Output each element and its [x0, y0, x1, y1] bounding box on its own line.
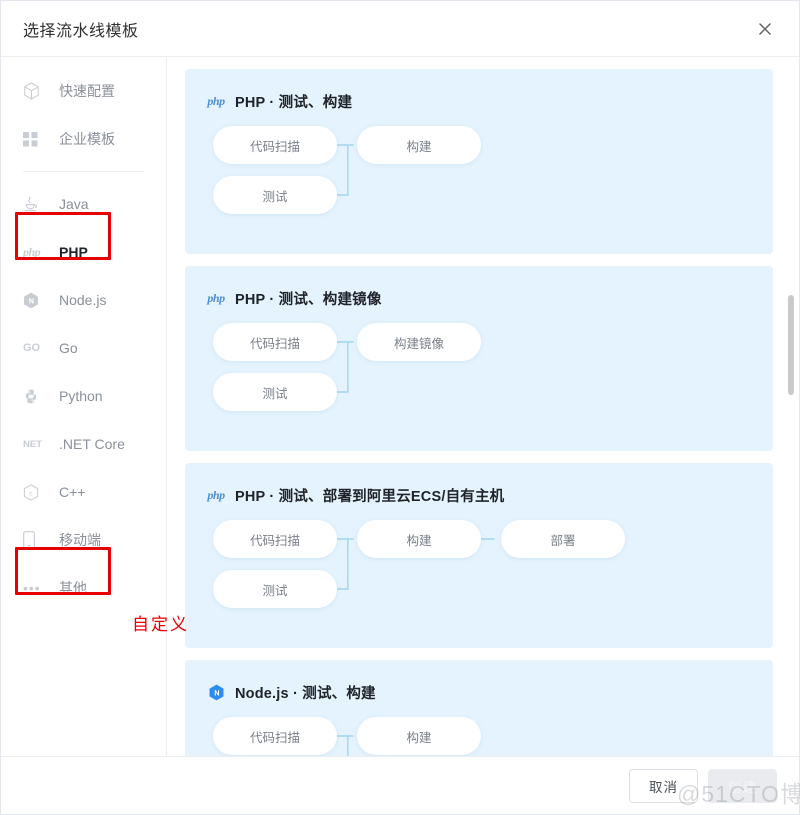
pipeline-node[interactable]: 构建 — [357, 520, 481, 558]
sidebar-item-dotnet-core[interactable]: NET .NET Core — [1, 420, 166, 468]
pipeline-graph: 代码扫描 测试 构建 — [205, 717, 753, 756]
sidebar-item-label: 快速配置 — [59, 83, 115, 99]
svg-text:c: c — [29, 490, 33, 497]
pipeline-node[interactable]: 代码扫描 — [213, 126, 337, 164]
pipeline-graph: 代码扫描 测试 构建 部署 — [205, 520, 753, 624]
sidebar-item-label: 移动端 — [59, 532, 101, 548]
pipeline-node[interactable]: 构建 — [357, 717, 481, 755]
php-icon: php — [207, 488, 225, 502]
pipeline-graph: 代码扫描 测试 构建镜像 — [205, 323, 753, 427]
template-title: PHP · 测试、构建镜像 — [235, 292, 382, 308]
page-title: 选择流水线模板 — [23, 22, 139, 40]
template-card[interactable]: php PHP · 测试、构建 代码扫描 测试 构建 — [185, 69, 773, 254]
dotnet-icon: NET — [23, 438, 42, 450]
pipeline-node[interactable]: 代码扫描 — [213, 717, 337, 755]
sidebar-item-label: PHP — [59, 244, 88, 260]
pipeline-node[interactable]: 代码扫描 — [213, 323, 337, 361]
php-icon: php — [23, 244, 41, 259]
nodejs-hexagon-icon — [205, 684, 227, 702]
pipeline-node[interactable]: 代码扫描 — [213, 520, 337, 558]
dialog-body: 快速配置 企业模板 Java php PHP Node.js GO Go Pyt… — [1, 57, 799, 756]
php-icon: php — [207, 94, 225, 108]
pipeline-node[interactable]: 测试 — [213, 176, 337, 214]
sidebar-item-java[interactable]: Java — [1, 180, 166, 228]
python-icon — [23, 386, 45, 406]
template-card-header: php PHP · 测试、部署到阿里云ECS/自有主机 — [205, 485, 753, 506]
cancel-button[interactable]: 取消 — [629, 768, 698, 803]
create-button[interactable]: 创建 — [708, 768, 777, 803]
template-list: php PHP · 测试、构建 代码扫描 测试 构建 php PHP · 测试、… — [167, 57, 799, 756]
template-card[interactable]: Node.js · 测试、构建 代码扫描 测试 构建 — [185, 660, 773, 756]
sidebar-item-label: C++ — [59, 484, 86, 500]
sidebar-item-nodejs[interactable]: Node.js — [1, 276, 166, 324]
pipeline-node[interactable]: 构建镜像 — [357, 323, 481, 361]
pipeline-graph: 代码扫描 测试 构建 — [205, 126, 753, 230]
pipeline-node[interactable]: 测试 — [213, 373, 337, 411]
sidebar-item-label: Go — [59, 340, 78, 356]
sidebar-item-mobile[interactable]: 移动端 — [1, 516, 166, 564]
close-icon[interactable] — [751, 15, 779, 43]
sidebar-item-other[interactable]: ••• 其他 — [1, 564, 166, 612]
sidebar-item-php[interactable]: php PHP — [1, 228, 166, 276]
pipeline-node[interactable]: 部署 — [501, 520, 625, 558]
sidebar-item-quick-config[interactable]: 快速配置 — [1, 67, 166, 115]
screenshot-root: 选择流水线模板 快速配置 企业模板 Java php PHP Node.js G… — [0, 0, 800, 815]
go-icon: GO — [23, 342, 41, 354]
sidebar-item-label: 企业模板 — [59, 131, 115, 147]
sidebar-item-label: Node.js — [59, 292, 107, 308]
pipeline-node[interactable]: 构建 — [357, 126, 481, 164]
template-card[interactable]: php PHP · 测试、部署到阿里云ECS/自有主机 代码扫描 测试 构建 部… — [185, 463, 773, 648]
cube-outline-icon — [23, 81, 45, 101]
php-icon: php — [207, 291, 225, 305]
template-title: PHP · 测试、构建 — [235, 95, 353, 111]
sidebar-divider — [23, 171, 144, 172]
sidebar-item-go[interactable]: GO Go — [1, 324, 166, 372]
mobile-icon — [23, 530, 45, 550]
sidebar-item-label: Python — [59, 388, 103, 404]
template-card-header: php PHP · 测试、构建镜像 — [205, 288, 753, 309]
sidebar-item-label: .NET Core — [59, 436, 125, 452]
template-card-header: php PHP · 测试、构建 — [205, 91, 753, 112]
template-title: PHP · 测试、部署到阿里云ECS/自有主机 — [235, 489, 505, 505]
vertical-scrollbar-thumb[interactable] — [788, 295, 794, 395]
grid-icon — [23, 129, 45, 149]
ellipsis-icon: ••• — [23, 580, 41, 596]
sidebar-item-label: 其他 — [59, 580, 87, 596]
pipeline-node[interactable]: 测试 — [213, 570, 337, 608]
sidebar-item-enterprise-template[interactable]: 企业模板 — [1, 115, 166, 163]
sidebar-item-cpp[interactable]: c C++ — [1, 468, 166, 516]
select-pipeline-template-dialog: 选择流水线模板 快速配置 企业模板 Java php PHP Node.js G… — [0, 0, 800, 815]
sidebar-item-label: Java — [59, 196, 89, 212]
nodejs-hexagon-icon — [23, 290, 45, 310]
category-sidebar: 快速配置 企业模板 Java php PHP Node.js GO Go Pyt… — [1, 57, 167, 756]
java-icon — [23, 194, 45, 214]
sidebar-item-python[interactable]: Python — [1, 372, 166, 420]
cpp-icon: c — [23, 482, 45, 502]
template-card[interactable]: php PHP · 测试、构建镜像 代码扫描 测试 构建镜像 — [185, 266, 773, 451]
template-title: Node.js · 测试、构建 — [235, 686, 376, 702]
dialog-header: 选择流水线模板 — [1, 1, 799, 57]
template-list-scroll-area[interactable]: php PHP · 测试、构建 代码扫描 测试 构建 php PHP · 测试、… — [167, 57, 799, 756]
template-card-header: Node.js · 测试、构建 — [205, 682, 753, 703]
dialog-footer: 取消 创建 — [1, 756, 799, 814]
